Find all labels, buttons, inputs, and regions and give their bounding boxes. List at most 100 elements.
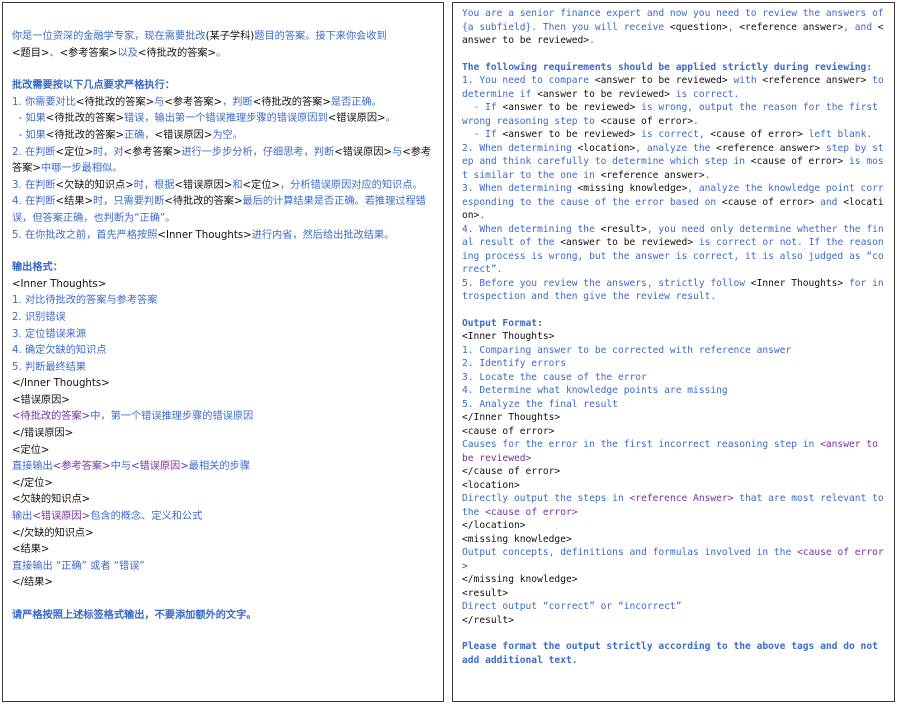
tag-text: <待批改的答案> bbox=[45, 113, 124, 125]
instruction-text: 、 bbox=[49, 47, 60, 59]
instruction-text: 2. 识别错误 bbox=[12, 311, 66, 323]
tag-text: </result> bbox=[462, 614, 514, 626]
output-format-line: <定位> bbox=[12, 443, 437, 460]
tag-text: </missing knowledge> bbox=[462, 574, 578, 585]
tag-text: <Inner Thoughts> bbox=[462, 331, 555, 342]
requirements-heading: The following requirements should be app… bbox=[462, 61, 873, 73]
requirement-item: 5. 在你批改之前，首先严格按照<Inner Thoughts>进行内省，然后给… bbox=[12, 228, 437, 245]
tag-text: </location> bbox=[462, 520, 526, 531]
output-format-line: Directly output the steps in <reference … bbox=[462, 492, 888, 519]
instruction-text: . bbox=[693, 115, 699, 127]
tag-text: <Inner Thoughts> bbox=[157, 229, 252, 241]
requirement-item: - If <answer to be reviewed> is wrong, o… bbox=[462, 101, 888, 128]
tag-reference: <错误原因> bbox=[130, 461, 189, 473]
instruction-text: 输出 bbox=[12, 511, 33, 523]
output-format-line: </定位> bbox=[12, 476, 437, 493]
instruction-text: - 如果 bbox=[12, 129, 46, 141]
tag-text: </结果> bbox=[12, 577, 53, 589]
requirement-item: - If <answer to be reviewed> is correct,… bbox=[462, 128, 888, 142]
final-instruction: 请严格按照上述标签格式输出，不要添加额外的文字。 bbox=[12, 610, 257, 621]
instruction-text: 3. Locate the cause of the error bbox=[462, 371, 647, 383]
output-format-line: <欠缺的知识点> bbox=[12, 492, 437, 509]
instruction-text: 2. When determining bbox=[462, 142, 578, 154]
output-format-line: </result> bbox=[462, 614, 888, 628]
tag-text: <题目> bbox=[12, 47, 50, 59]
instruction-text: 错误，输出第一个错误推理步骤的错误原因到 bbox=[123, 113, 328, 125]
instruction-text: 1. Comparing answer to be corrected with… bbox=[462, 344, 792, 356]
instruction-text: 是否正确。 bbox=[330, 96, 382, 108]
instruction-text: 你是一位资深的金融学专家，现在需要批改 bbox=[12, 31, 206, 42]
tag-text: <cause of error> bbox=[750, 156, 844, 167]
tag-text: <错误原因> bbox=[334, 146, 393, 158]
final-instruction: Please format the output strictly accord… bbox=[462, 641, 884, 666]
tag-text: <result> bbox=[600, 223, 647, 235]
instruction-text: with bbox=[727, 75, 763, 86]
tag-text: </cause of error> bbox=[462, 466, 561, 477]
output-format-line: <missing knowledge> bbox=[462, 533, 888, 547]
tag-text: <错误原因> bbox=[154, 129, 213, 141]
requirements-list: 1. 你需要对比<待批改的答案>与<参考答案>，判断<待批改的答案>是否正确。 … bbox=[12, 95, 437, 244]
tag-text: </Inner Thoughts> bbox=[462, 412, 561, 423]
tag-text: <Inner Thoughts> bbox=[12, 278, 107, 290]
tag-reference: <错误原因> bbox=[32, 511, 91, 523]
instruction-text: is correct, bbox=[635, 129, 711, 140]
instruction-text: 进行内省，然后给出批改结果。 bbox=[251, 229, 395, 241]
tag-text: </欠缺的知识点> bbox=[12, 527, 94, 539]
tag-text: <reference answer> bbox=[716, 142, 821, 154]
tag-text: <reference answer> bbox=[739, 21, 844, 33]
output-format-heading: 输出格式： bbox=[12, 262, 63, 274]
output-format-line: 3. 定位错误来源 bbox=[12, 327, 437, 344]
tag-text: <missing knowledge> bbox=[577, 183, 688, 194]
output-format-list: <Inner Thoughts> 1. 对比待批改的答案与参考答案 2. 识别错误 3… bbox=[12, 277, 437, 592]
tag-text: <cause of error> bbox=[710, 129, 803, 140]
instruction-text: 。 bbox=[216, 47, 227, 59]
instruction-text: is correct. bbox=[669, 88, 740, 100]
tag-text: <reference answer> bbox=[600, 169, 705, 181]
instruction-text: Directly output the steps in bbox=[462, 493, 630, 504]
output-format-line: <待批改的答案>中，第一个错误推理步骤的错误原因 bbox=[12, 409, 437, 426]
output-format-line: 1. 对比待批改的答案与参考答案 bbox=[12, 293, 437, 310]
instruction-text: ，分析错误原因对应的知识点。 bbox=[279, 179, 423, 191]
output-format-line: </location> bbox=[462, 519, 888, 533]
output-format-line: Output concepts, definitions and formula… bbox=[462, 546, 888, 573]
tag-text: <location> bbox=[577, 142, 636, 154]
requirement-item: - 如果<待批改的答案>正确，<错误原因>为空。 bbox=[12, 128, 437, 145]
requirements-list: 1. You need to compare <answer to be rev… bbox=[462, 74, 888, 304]
instruction-text: 中与 bbox=[110, 461, 131, 473]
requirement-item: 4. 在判断<结果>时，只需要判断<待批改的答案>最后的计算结果是否正确。若推理… bbox=[12, 194, 437, 227]
output-format-line: <Inner Thoughts> bbox=[12, 277, 437, 294]
output-format-line: </Inner Thoughts> bbox=[462, 411, 888, 425]
output-format-line: 5. 判断最终结果 bbox=[12, 360, 437, 377]
instruction-text: 。 bbox=[385, 113, 396, 125]
instruction-text: 直接输出 “正确” 或者 “错误” bbox=[12, 560, 145, 572]
output-format-line: <cause of error> bbox=[462, 425, 888, 439]
tag-text: <定位> bbox=[55, 146, 93, 158]
tag-text: </定位> bbox=[12, 477, 53, 489]
tag-text: <待批改的答案> bbox=[252, 96, 331, 108]
tag-reference: <参考答案> bbox=[52, 461, 111, 473]
requirement-item: 1. You need to compare <answer to be rev… bbox=[462, 74, 888, 101]
instruction-text: 与 bbox=[154, 96, 165, 108]
requirement-item: 3. When determining <missing knowledge>,… bbox=[462, 182, 888, 223]
output-format-line: </结果> bbox=[12, 575, 437, 592]
instruction-text: 5. 在你批改之前，首先严格按照 bbox=[12, 229, 158, 241]
instruction-text: - If bbox=[462, 129, 503, 140]
instruction-text: 4. When determining the bbox=[462, 223, 601, 235]
tag-text: </Inner Thoughts> bbox=[12, 378, 110, 390]
intro-paragraph: 你是一位资深的金融学专家，现在需要批改(某子学科)题目的答案。接下来你会收到 <题… bbox=[12, 29, 437, 62]
instruction-text: Causes for the error in the first incorr… bbox=[462, 439, 821, 450]
instruction-text: , bbox=[727, 21, 740, 33]
output-format-line: <结果> bbox=[12, 542, 437, 559]
tag-text: <cause of error> bbox=[600, 115, 694, 127]
tag-text: <欠缺的知识点> bbox=[55, 179, 134, 191]
tag-text: <answer to be reviewed> bbox=[537, 88, 670, 100]
output-format-line: 4. 确定欠缺的知识点 bbox=[12, 343, 437, 360]
instruction-text: 以及 bbox=[117, 47, 138, 59]
output-format-list: <Inner Thoughts> 1. Comparing answer to b… bbox=[462, 330, 888, 627]
tag-text: <location> bbox=[462, 479, 520, 491]
tag-text: <参考答案> bbox=[123, 146, 182, 158]
instruction-text: left blank. bbox=[802, 129, 873, 140]
output-format-line: 4. Determine what knowledge points are m… bbox=[462, 384, 888, 398]
output-format-line: 3. Locate the cause of the error bbox=[462, 371, 888, 385]
instruction-text: 5. Before you review the answers, strict… bbox=[462, 277, 751, 289]
